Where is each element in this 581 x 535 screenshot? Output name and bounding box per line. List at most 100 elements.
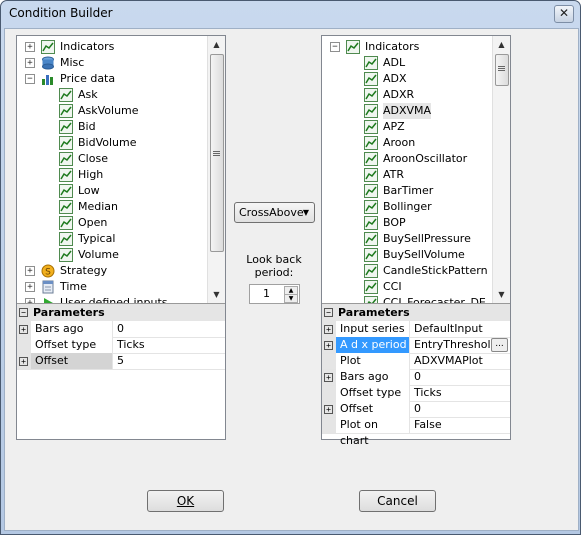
- parameter-row[interactable]: + Bars ago 0: [322, 369, 510, 386]
- tree-item-label: High: [78, 168, 104, 181]
- indicator-chart-icon: [59, 104, 73, 118]
- scroll-down-icon[interactable]: ▼: [493, 286, 510, 303]
- parameter-value[interactable]: 0: [410, 369, 421, 385]
- ellipsis-button[interactable]: ...: [491, 338, 508, 352]
- chevron-down-icon: ▼: [302, 208, 309, 217]
- indicator-chart-icon: [59, 184, 73, 198]
- tree-item-label: Aroon: [383, 136, 416, 149]
- parameter-row[interactable]: + Offset 0: [322, 401, 510, 418]
- tree-item-label: Price data: [60, 72, 116, 85]
- stepper-down-icon[interactable]: ▼: [284, 294, 298, 303]
- parameter-name: Offset: [336, 401, 410, 417]
- tree-item-label: Low: [78, 184, 100, 197]
- parameter-name: Plot on chart: [336, 417, 410, 447]
- close-button[interactable]: ✕: [554, 5, 574, 23]
- parameter-row[interactable]: Plot on chart False: [322, 417, 510, 447]
- time-calendar-icon: [41, 280, 55, 294]
- scroll-down-icon[interactable]: ▼: [208, 286, 225, 303]
- parameter-value[interactable]: ADXVMAPlot: [410, 353, 483, 369]
- indicator-chart-icon: [364, 184, 378, 198]
- parameter-row[interactable]: Plot ADXVMAPlot: [322, 353, 510, 370]
- expand-icon[interactable]: +: [324, 373, 333, 382]
- parameter-row[interactable]: + Offset 5: [17, 353, 225, 370]
- condition-builder-window: Condition Builder ✕ + Indicators + Misc − Pri…: [0, 0, 581, 535]
- parameter-row[interactable]: + Input series DefaultInput: [322, 321, 510, 338]
- collapse-icon[interactable]: −: [330, 42, 340, 52]
- collapse-icon[interactable]: −: [25, 74, 35, 84]
- expand-icon[interactable]: +: [25, 266, 35, 276]
- tree-item-label: Volume: [78, 248, 119, 261]
- indicator-chart-icon: [59, 88, 73, 102]
- collapse-icon[interactable]: −: [324, 308, 333, 317]
- parameter-value[interactable]: False: [410, 417, 442, 433]
- tree-item-label: CCI: [383, 280, 402, 293]
- expand-icon[interactable]: +: [324, 405, 333, 414]
- indicator-chart-icon: [364, 120, 378, 134]
- expand-icon[interactable]: +: [25, 58, 35, 68]
- right-scroll-thumb[interactable]: [495, 54, 509, 86]
- tree-item-label: Strategy: [60, 264, 108, 277]
- expand-icon[interactable]: +: [324, 341, 333, 350]
- parameter-name: Bars ago: [31, 321, 113, 337]
- lookback-period-stepper[interactable]: 1 ▲ ▼: [249, 284, 300, 304]
- operator-dropdown[interactable]: CrossAbove ▼: [234, 202, 315, 223]
- parameter-name: Plot: [336, 353, 410, 369]
- tree-item-label: Indicators: [60, 40, 115, 53]
- indicators-chart-icon: [346, 40, 360, 54]
- right-indicator-tree[interactable]: − Indicators ADL ADX ADXR ADXVMA APZ Aroon Aroon…: [322, 36, 492, 303]
- tree-item-label: AroonOscillator: [383, 152, 468, 165]
- parameter-value[interactable]: Ticks: [113, 337, 145, 353]
- parameter-row[interactable]: + Bars ago 0: [17, 321, 225, 338]
- expand-icon[interactable]: +: [324, 325, 333, 334]
- parameter-name: Offset type: [31, 337, 113, 353]
- tree-item-label: User defined inputs: [60, 296, 168, 303]
- cancel-button[interactable]: Cancel: [359, 490, 436, 512]
- expand-icon[interactable]: +: [25, 42, 35, 52]
- right-tree-scrollbar[interactable]: ▲ ▼: [492, 36, 510, 303]
- tree-item-label: Time: [60, 280, 87, 293]
- indicator-chart-icon: [59, 120, 73, 134]
- parameter-value[interactable]: DefaultInput: [410, 321, 483, 337]
- parameter-value[interactable]: Ticks: [410, 385, 442, 401]
- parameter-row[interactable]: Offset type Ticks: [17, 337, 225, 354]
- tree-item-label: Close: [78, 152, 108, 165]
- tree-item-label: BuySellPressure: [383, 232, 471, 245]
- left-parameters-grid: − Parameters + Bars ago 0 Offset type Ticks +…: [17, 303, 225, 439]
- tree-item-label: CCI_Forecaster_DE: [383, 296, 486, 303]
- tree-item-label: ADX: [383, 72, 407, 85]
- parameter-name: Bars ago: [336, 369, 410, 385]
- left-parameters-title: Parameters: [33, 306, 105, 319]
- tree-item-label: CandleStickPattern: [383, 264, 488, 277]
- left-scroll-thumb[interactable]: [210, 54, 224, 252]
- expand-icon[interactable]: +: [19, 357, 28, 366]
- indicator-chart-icon: [59, 248, 73, 262]
- indicator-chart-icon: [364, 232, 378, 246]
- parameter-row[interactable]: Offset type Ticks: [322, 385, 510, 402]
- expand-icon[interactable]: +: [25, 282, 35, 292]
- parameter-value[interactable]: 5: [113, 353, 124, 369]
- left-indicator-tree[interactable]: + Indicators + Misc − Price data Ask AskVolume B…: [17, 36, 207, 303]
- window-title: Condition Builder: [9, 6, 113, 20]
- tree-item-label: Typical: [78, 232, 116, 245]
- left-tree-scrollbar[interactable]: ▲ ▼: [207, 36, 225, 303]
- parameter-value[interactable]: EntryThreshold: [410, 337, 497, 353]
- lookback-period-value[interactable]: 1: [263, 287, 270, 300]
- misc-database-icon: [41, 56, 55, 70]
- indicator-chart-icon: [59, 168, 73, 182]
- parameter-row[interactable]: + A d x period EntryThreshold...: [322, 337, 510, 354]
- parameter-value[interactable]: 0: [113, 321, 124, 337]
- parameter-name: A d x period: [336, 337, 410, 353]
- parameter-value[interactable]: 0: [410, 401, 421, 417]
- scroll-up-icon[interactable]: ▲: [493, 36, 510, 53]
- ok-button[interactable]: OK: [147, 490, 224, 512]
- parameter-name: Offset: [31, 353, 113, 369]
- tree-item-label: Bid: [78, 120, 96, 133]
- scroll-up-icon[interactable]: ▲: [208, 36, 225, 53]
- indicator-chart-icon: [364, 296, 378, 303]
- tree-item-label: Ask: [78, 88, 98, 101]
- parameter-name: Offset type: [336, 385, 410, 401]
- collapse-icon[interactable]: −: [19, 308, 28, 317]
- expand-icon[interactable]: +: [19, 325, 28, 334]
- tree-item-label: ATR: [383, 168, 405, 181]
- title-bar[interactable]: Condition Builder ✕: [1, 1, 580, 27]
